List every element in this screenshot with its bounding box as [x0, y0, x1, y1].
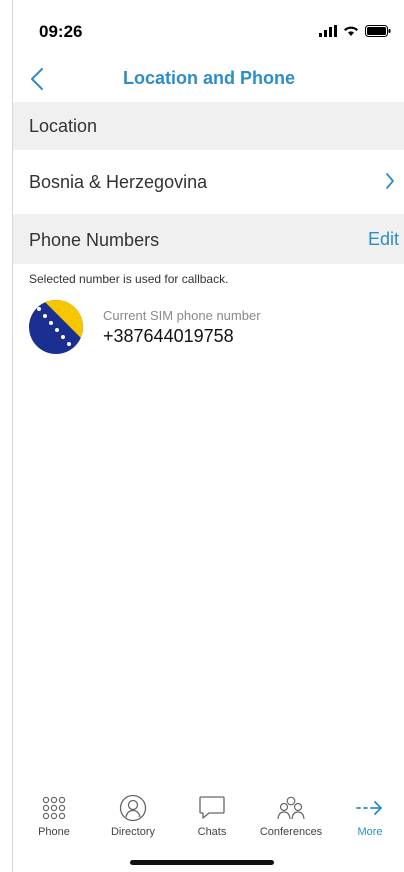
tab-bar: Phone Directory Chats Conferences More: [13, 780, 404, 850]
tab-chats[interactable]: Chats: [173, 780, 251, 850]
phone-numbers-header-label: Phone Numbers: [29, 230, 160, 250]
navigation-bar: Location and Phone: [13, 60, 404, 100]
app-screen: 09:26 Location and Phone Location Bosnia…: [12, 0, 404, 872]
location-section-header: Location: [13, 102, 404, 150]
number-caption: Current SIM phone number: [103, 308, 261, 323]
tab-phone[interactable]: Phone: [15, 780, 93, 850]
page-title: Location and Phone: [122, 68, 295, 88]
wifi-icon: [343, 24, 359, 42]
phone-number-value: +387644019758: [103, 326, 234, 346]
tab-directory[interactable]: Directory: [94, 780, 172, 850]
more-arrow-icon: [331, 794, 404, 822]
edit-button[interactable]: Edit: [368, 229, 399, 250]
dialpad-icon: [15, 794, 93, 822]
chevron-right-icon: [385, 172, 395, 195]
tab-chats-label: Chats: [197, 826, 227, 838]
status-icons: [319, 24, 391, 42]
battery-icon: [365, 24, 391, 42]
location-header-label: Location: [29, 116, 98, 136]
tab-conferences[interactable]: Conferences: [252, 780, 330, 850]
country-value: Bosnia & Herzegovina: [29, 172, 208, 192]
directory-icon: [94, 794, 172, 822]
tab-directory-label: Directory: [110, 826, 155, 838]
phone-number-row[interactable]: Current SIM phone number +387644019758: [13, 298, 404, 358]
status-time: 09:26: [39, 22, 83, 41]
tab-more-label: More: [357, 826, 383, 838]
tab-conferences-label: Conferences: [259, 826, 323, 838]
tab-phone-label: Phone: [38, 826, 70, 838]
chat-bubble-icon: [173, 794, 251, 822]
home-indicator[interactable]: [130, 860, 274, 865]
tab-more[interactable]: More: [331, 780, 404, 850]
phone-numbers-section-header: Phone Numbers Edit: [13, 214, 404, 264]
callback-hint: Selected number is used for callback.: [29, 272, 229, 286]
signal-icon: [319, 24, 337, 42]
location-country-row[interactable]: Bosnia & Herzegovina: [13, 150, 404, 214]
status-bar: 09:26: [13, 0, 404, 60]
conferences-icon: [252, 794, 330, 822]
bosnia-flag-icon: [29, 300, 83, 354]
